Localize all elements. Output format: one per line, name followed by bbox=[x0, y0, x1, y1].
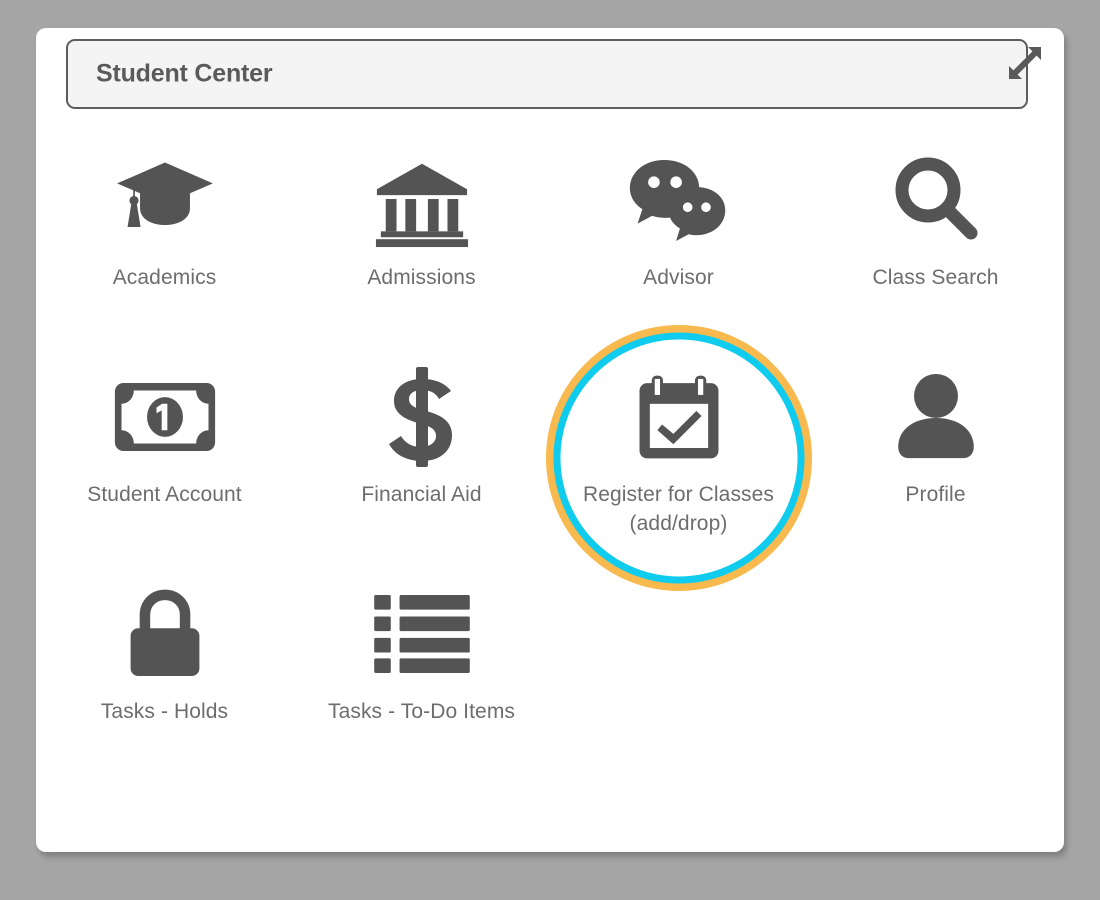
tile-label: Class Search bbox=[872, 266, 999, 289]
tile-label: Student Account bbox=[87, 483, 242, 506]
tile-advisor[interactable]: Advisor bbox=[563, 132, 795, 349]
page-title: Student Center bbox=[96, 59, 273, 88]
list-items-icon bbox=[368, 580, 476, 688]
tile-register-for-classes[interactable]: Register for Classes (add/drop) bbox=[563, 349, 795, 566]
tile-tasks-todo-items[interactable]: Tasks - To-Do Items bbox=[306, 566, 538, 783]
tile-label: Tasks - To-Do Items bbox=[327, 700, 516, 723]
bank-building-icon bbox=[368, 146, 476, 254]
tile-academics[interactable]: Academics bbox=[49, 132, 281, 349]
tile-label: Register for Classes (add/drop) bbox=[582, 483, 775, 535]
tile-label: Tasks - Holds bbox=[100, 700, 229, 723]
padlock-icon bbox=[111, 580, 219, 688]
tile-profile[interactable]: Profile bbox=[820, 349, 1052, 566]
tile-label: Academics bbox=[112, 266, 217, 289]
panel-header: Student Center bbox=[66, 39, 1028, 109]
expand-diagonal-arrows-icon[interactable] bbox=[1008, 46, 1042, 80]
tile-admissions[interactable]: Admissions bbox=[306, 132, 538, 349]
person-icon bbox=[882, 363, 990, 471]
tile-tasks-holds[interactable]: Tasks - Holds bbox=[49, 566, 281, 783]
tile-financial-aid[interactable]: Financial Aid bbox=[306, 349, 538, 566]
tile-label: Profile bbox=[905, 483, 966, 506]
tile-label: Advisor bbox=[643, 266, 714, 289]
calendar-check-icon bbox=[625, 363, 733, 471]
student-center-card: Student Center Academics Admissions Advi… bbox=[36, 28, 1064, 852]
dollar-sign-icon bbox=[368, 363, 476, 471]
chat-bubbles-icon bbox=[625, 146, 733, 254]
tile-label: Admissions bbox=[367, 266, 476, 289]
tile-class-search[interactable]: Class Search bbox=[820, 132, 1052, 349]
magnifying-glass-icon bbox=[882, 146, 990, 254]
student-center-page: Student Center Academics Admissions Advi… bbox=[0, 0, 1100, 900]
tile-student-account[interactable]: Student Account bbox=[49, 349, 281, 566]
banknote-icon bbox=[111, 363, 219, 471]
graduation-cap-icon bbox=[111, 146, 219, 254]
tiles-grid: Academics Admissions Advisor Class Searc… bbox=[36, 132, 1064, 783]
tile-label: Financial Aid bbox=[361, 483, 482, 506]
